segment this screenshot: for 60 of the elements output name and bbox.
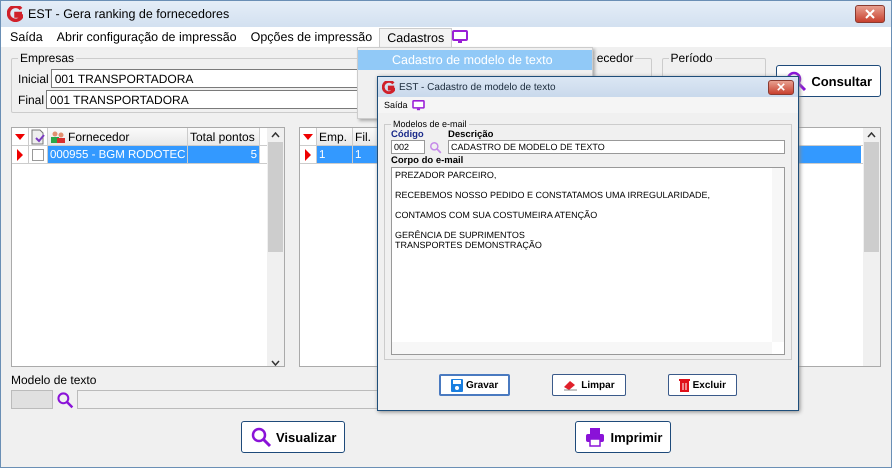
row-pointer-icon [305,148,311,160]
action-button[interactable]: Gravar [439,374,510,396]
action-button[interactable]: Visualizar [241,421,346,453]
menu-item[interactable]: Opções de impressão [244,28,380,46]
body-text-line: TRANSPORTES DEMONSTRAÇÃO [395,240,542,250]
monitor-icon[interactable] [412,100,425,110]
menu-item[interactable]: Cadastros [379,28,452,46]
code-field[interactable] [11,390,53,409]
check-document-icon [31,128,45,144]
search-icon [250,426,272,448]
scrollbar[interactable] [392,342,772,354]
group-title: Período [670,51,714,65]
sort-arrow-icon[interactable] [15,134,25,140]
logo-icon [382,80,395,94]
logo-icon [7,6,23,22]
column-header[interactable]: Total pontos [188,128,260,145]
checkbox[interactable] [32,148,44,160]
window-title: EST - Gera ranking de fornecedores [28,7,230,21]
field-label: Inicial [18,72,49,86]
scrollbar[interactable] [863,128,880,366]
code-field[interactable]: 002 [391,140,425,154]
column-header[interactable]: Fornecedor [48,128,188,145]
monitor-icon[interactable] [452,30,468,44]
action-button[interactable]: Limpar [552,374,626,396]
close-button[interactable] [855,5,885,23]
action-button[interactable]: Imprimir [575,421,672,453]
body-text-line: RECEBEMOS NOSSO PEDIDO E CONSTATAMOS UMA IRREGULARIDADE, [395,190,710,200]
scrollbar[interactable] [267,128,284,366]
close-button[interactable] [768,80,794,94]
description-field[interactable]: CADASTRO DE MODELO DE TEXTO [448,140,785,154]
field-label: Descrição [448,129,494,140]
body-text-line: GERÊNCIA DE SUPRIMENTOS [395,230,525,240]
trash-icon [678,378,690,392]
people-icon [50,130,66,142]
scrollbar[interactable] [772,168,784,342]
menu-item[interactable]: Saída [384,100,408,110]
group-title: Empresas [19,51,76,65]
row-pointer-icon [17,148,23,160]
action-button[interactable]: Excluir [668,374,737,396]
field-label: Código [391,129,425,140]
printer-icon [584,426,606,448]
body-text-line: CONTAMOS COM SUA COSTUMEIRA ATENÇÃO [395,210,598,220]
field-label: Final [18,92,44,106]
close-icon [865,9,875,19]
email-body-field[interactable]: PREZADOR PARCEIRO, RECEBEMOS NOSSO PEDIDO E CONSTATAMOS UMA IRREGULARIDADE, CONTAMOS COM SUA COSTUMEIRA ATENÇÃO GERÊNCIA DE SUPRIMENTOS TRANSPORTES DEMONSTRAÇÃO [391,167,785,355]
sort-arrow-icon[interactable] [303,134,313,140]
field-label: Modelo de texto [11,373,96,387]
field-label: Corpo do e-mail [391,155,464,166]
group-title: ecedor [596,51,634,65]
table-cell: 1 [317,146,353,163]
column-header[interactable]: Emp. [317,128,353,145]
table-cell: 000955 - BGM RODOTEC [48,146,188,163]
menu-item[interactable]: Saída [3,28,50,46]
eraser-icon [563,379,578,391]
table-cell: 5 [188,146,260,163]
menu-item[interactable]: Abrir configuração de impressão [50,28,244,46]
body-text-line: PREZADOR PARCEIRO, [395,170,496,180]
group-title: Modelos de e-mail [392,119,468,129]
search-icon[interactable] [56,390,74,408]
close-icon [777,83,785,91]
